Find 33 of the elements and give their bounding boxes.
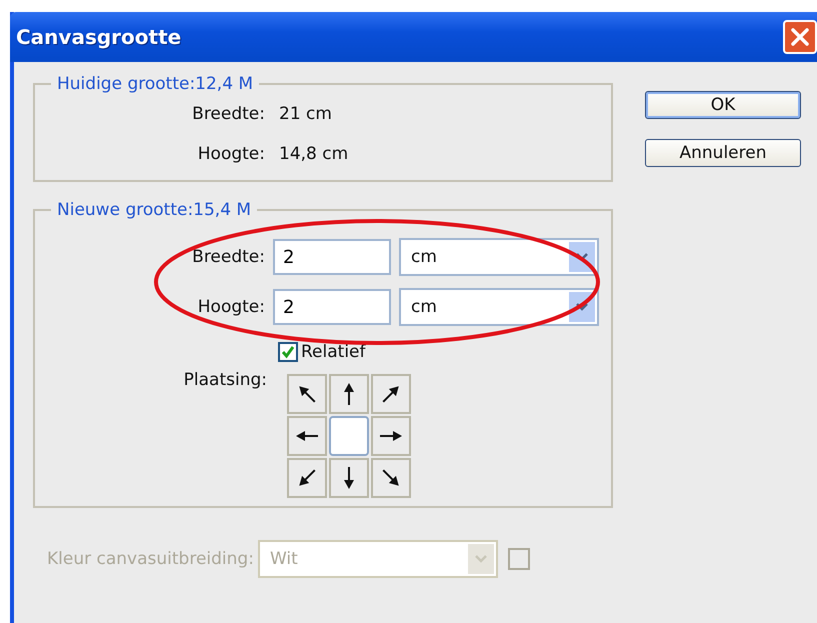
- anchor-label: Plaatsing:: [182, 370, 268, 390]
- checkbox-label: Relatief: [301, 342, 366, 362]
- anchor-cell[interactable]: [287, 374, 327, 414]
- anchor-cell[interactable]: [287, 458, 327, 498]
- group-legend: Huidige grootte:12,4 M: [51, 74, 260, 94]
- chevron-icon: [575, 302, 589, 312]
- dialog-button[interactable]: OK: [645, 91, 801, 119]
- dimension-value: 21 cm: [279, 104, 332, 124]
- anchor-cell[interactable]: [329, 374, 369, 414]
- field-label: Breedte:: [191, 247, 266, 267]
- anchor-cell[interactable]: [371, 458, 411, 498]
- window-title: Canvasgrootte: [16, 25, 182, 49]
- dimension-label: Breedte:: [191, 104, 265, 124]
- anchor-cell[interactable]: [371, 374, 411, 414]
- unit-dropdown[interactable]: cm: [399, 238, 599, 276]
- anchor-cell[interactable]: [287, 416, 327, 456]
- close-icon: [790, 27, 810, 47]
- anchor-cell[interactable]: [329, 416, 369, 456]
- group-legend: Nieuwe grootte:15,4 M: [51, 200, 258, 220]
- size-input[interactable]: 2: [273, 289, 391, 325]
- field-label: Hoogte:: [196, 297, 266, 317]
- dimension-value: 14,8 cm: [279, 144, 348, 164]
- size-input[interactable]: 2: [273, 239, 391, 275]
- dimension-label: Hoogte:: [196, 144, 265, 164]
- extension-color-label: Kleur canvasuitbreiding:: [47, 549, 254, 569]
- chevron-icon: [474, 554, 488, 564]
- close-button[interactable]: [783, 20, 817, 54]
- anchor-cell[interactable]: [329, 458, 369, 498]
- unit-dropdown[interactable]: cm: [399, 288, 599, 326]
- anchor-cell[interactable]: [371, 416, 411, 456]
- dialog-button[interactable]: Annuleren: [645, 139, 801, 167]
- checkbox[interactable]: [278, 342, 298, 362]
- color-swatch[interactable]: [508, 548, 530, 570]
